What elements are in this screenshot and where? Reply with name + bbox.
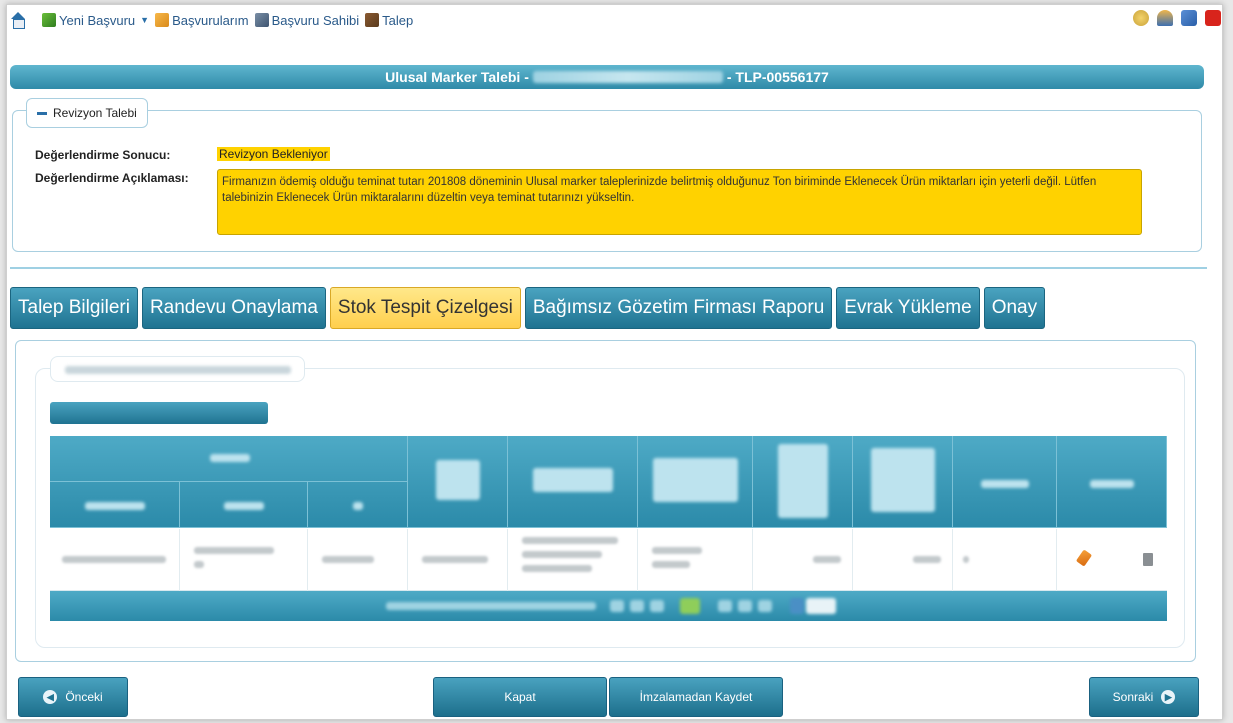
new-application-icon <box>42 13 56 27</box>
applicant-label: Başvuru Sahibi <box>271 12 360 28</box>
save-unsigned-button[interactable]: İmzalamadan Kaydet <box>609 677 783 717</box>
next-label: Sonraki <box>1112 690 1154 704</box>
delete-icon[interactable] <box>1143 553 1153 566</box>
revision-legend-label: Revizyon Talebi <box>53 106 137 120</box>
stock-sheet-legend <box>50 356 305 382</box>
home-icon[interactable] <box>10 12 26 29</box>
my-applications-label: Başvurularım <box>172 12 249 28</box>
tab-stock-sheet[interactable]: Stok Tespit Çizelgesi <box>329 287 521 329</box>
arrow-right-icon: ▶ <box>1161 690 1176 704</box>
folder-icon <box>155 13 170 27</box>
tab-bar: Talep Bilgileri Randevu Onaylama Stok Te… <box>10 287 1046 329</box>
result-value: Revizyon Bekleniyor <box>217 147 330 161</box>
tab-approval[interactable]: Onay <box>983 287 1046 329</box>
stock-grid <box>50 436 1167 624</box>
result-label: Değerlendirme Sonucu: <box>35 148 171 162</box>
redacted-company-name <box>532 71 723 83</box>
tab-appointment-approval[interactable]: Randevu Onaylama <box>141 287 326 329</box>
top-navigation: Yeni Başvuru ▼ Başvurularım Başvuru Sahi… <box>10 10 413 30</box>
export-icon[interactable] <box>1181 10 1197 26</box>
grid-pager <box>50 591 1167 621</box>
close-button[interactable]: Kapat <box>433 677 607 717</box>
minus-icon <box>37 111 47 115</box>
users-icon <box>254 13 269 27</box>
revision-collapse-toggle[interactable]: Revizyon Talebi <box>26 98 148 128</box>
next-button[interactable]: Sonraki ▶ <box>1089 677 1199 717</box>
new-application-menu[interactable]: Yeni Başvuru ▼ <box>42 13 149 28</box>
my-applications-link[interactable]: Başvurularım <box>155 13 249 28</box>
description-textarea[interactable]: Firmanızın ödemiş olduğu teminat tutarı … <box>217 169 1142 235</box>
page-title-prefix: Ulusal Marker Talebi - <box>385 69 529 85</box>
briefcase-icon <box>365 13 380 27</box>
table-row[interactable] <box>50 529 1167 591</box>
previous-button[interactable]: ◀ Önceki <box>18 677 128 717</box>
user-toolbar <box>1133 10 1221 26</box>
tab-document-upload[interactable]: Evrak Yükleme <box>836 287 980 329</box>
tab-request-info[interactable]: Talep Bilgileri <box>10 287 138 329</box>
add-stock-entry-button[interactable] <box>50 402 268 424</box>
edit-icon[interactable] <box>1075 549 1093 567</box>
page-title-bar: Ulusal Marker Talebi - - TLP-00556177 <box>10 65 1204 89</box>
arrow-left-icon: ◀ <box>43 690 58 704</box>
user-icon[interactable] <box>1157 10 1173 26</box>
save-unsigned-label: İmzalamadan Kaydet <box>639 690 753 704</box>
chat-icon[interactable] <box>1133 10 1149 26</box>
request-label: Talep <box>382 12 414 28</box>
new-application-label: Yeni Başvuru <box>59 12 136 28</box>
tab-independent-surveyor-report[interactable]: Bağımsız Gözetim Firması Raporu <box>524 287 833 329</box>
page-title-suffix: - TLP-00556177 <box>726 69 829 85</box>
grid-header <box>50 436 1167 528</box>
applicant-link[interactable]: Başvuru Sahibi <box>254 12 360 28</box>
previous-label: Önceki <box>65 690 103 704</box>
chevron-down-icon: ▼ <box>140 15 150 25</box>
close-label: Kapat <box>504 690 536 704</box>
power-icon[interactable] <box>1205 10 1221 26</box>
request-link[interactable]: Talep <box>365 13 413 28</box>
section-divider <box>10 267 1207 269</box>
description-label: Değerlendirme Açıklaması: <box>35 171 189 185</box>
